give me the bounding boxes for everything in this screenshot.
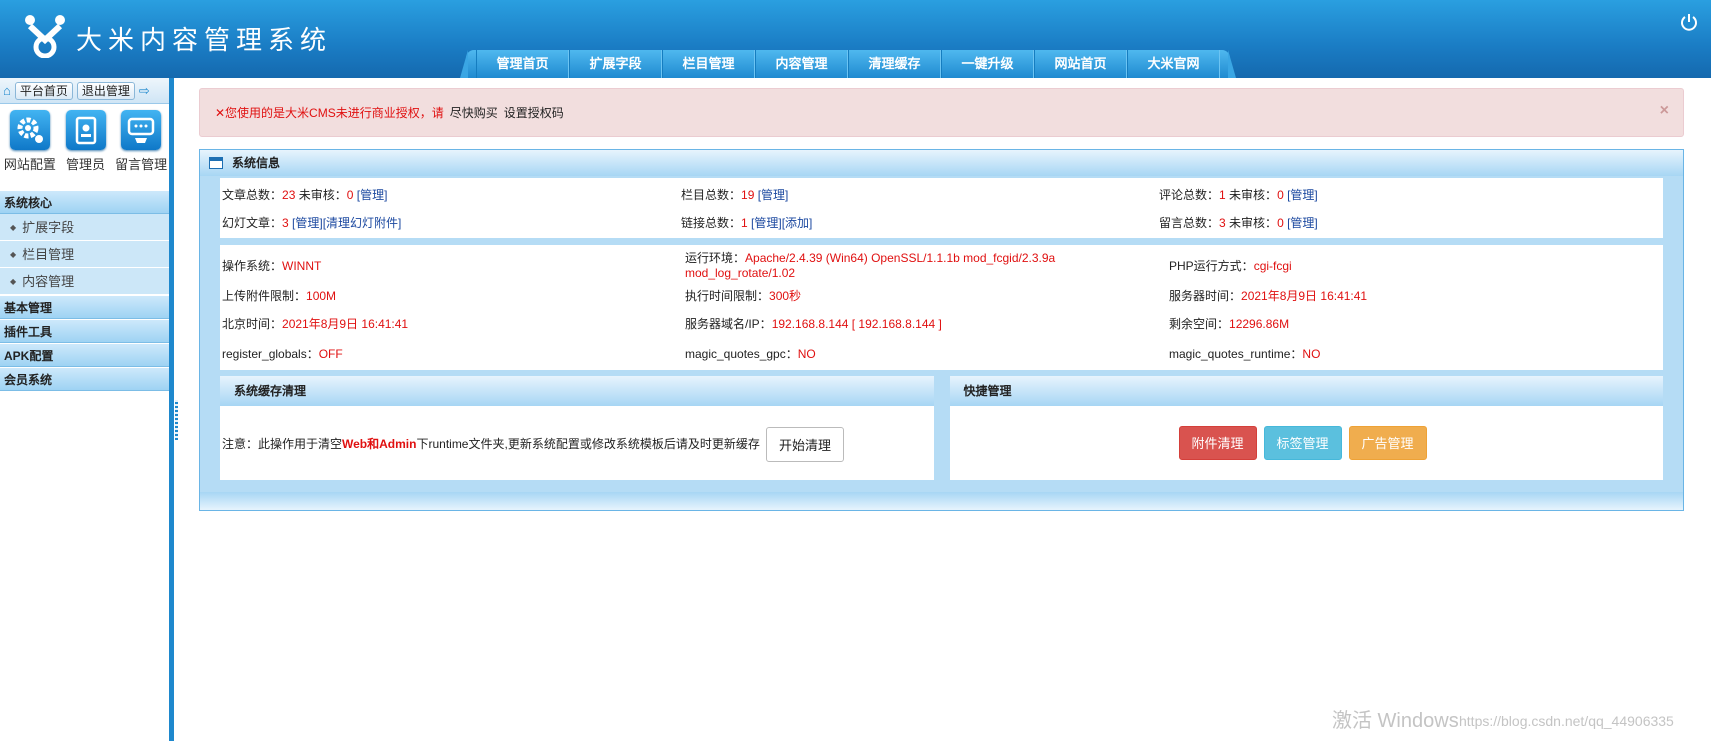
server-env: 操作系统：WINNT 运行环境：Apache/2.4.39 (Win64) Op…: [220, 245, 1663, 370]
system-info-panel: 系统信息 文章总数：23 未审核：0 [管理] 栏目总数：19 [管理] 评论总…: [199, 149, 1684, 511]
nav-upgrade[interactable]: 一键升级: [941, 50, 1034, 78]
attachment-clean-button[interactable]: 附件清理: [1178, 426, 1257, 460]
nav-home[interactable]: 管理首页: [476, 50, 569, 78]
message-icon: [121, 110, 162, 150]
comments-stat: 评论总数：1 未审核：0 [管理]: [1159, 188, 1318, 202]
nav-content[interactable]: 内容管理: [755, 50, 848, 78]
bottom-columns: 系统缓存清理 注意：此操作用于清空Web和Admin下runtime文件夹,更新…: [220, 376, 1663, 480]
site-config-shortcut[interactable]: 网站配置: [2, 110, 58, 190]
rg-info: register_globals：OFF: [222, 347, 343, 361]
badge-icon: [65, 110, 106, 150]
logo-icon: [25, 15, 65, 58]
section-members[interactable]: 会员系统: [0, 367, 169, 391]
upload-info: 上传附件限制：100M: [222, 289, 337, 303]
panel-title: 系统信息: [232, 156, 281, 170]
sidebar-item-ext-fields[interactable]: 扩展字段: [0, 214, 169, 241]
admin-shortcut[interactable]: 管理员: [58, 110, 114, 190]
main-content: ✕您使用的是大米CMS未进行商业授权，请 尽快购买 设置授权码 × 系统信息 文…: [199, 88, 1684, 511]
message-label: 留言管理: [115, 157, 168, 172]
license-alert: ✕您使用的是大米CMS未进行商业授权，请 尽快购买 设置授权码 ×: [199, 88, 1684, 137]
slides-clean-link[interactable]: ][清理幻灯附件]: [319, 216, 401, 230]
section-plugins[interactable]: 插件工具: [0, 319, 169, 343]
sidebar: ⌂ 平台首页 退出管理 ⇨ 网站配置 管理员 留言管理 系统核心 扩展字段 栏目…: [0, 78, 174, 741]
sidebar-item-content[interactable]: 内容管理: [0, 268, 169, 295]
slides-stat: 幻灯文章：3 [管理][清理幻灯附件]: [222, 216, 402, 230]
start-clear-button[interactable]: 开始清理: [766, 427, 845, 462]
domain-info: 服务器域名/IP：192.168.8.144 [ 192.168.8.144 ]: [685, 317, 942, 331]
site-config-label: 网站配置: [3, 157, 56, 172]
cache-note: 注意：此操作用于清空Web和Admin下runtime文件夹,更新系统配置或修改…: [222, 437, 760, 451]
platform-home-button[interactable]: 平台首页: [14, 81, 73, 100]
buy-link[interactable]: 尽快购买: [450, 104, 498, 121]
quick-icons: 网站配置 管理员 留言管理: [0, 104, 169, 190]
comments-manage-link[interactable]: [管理]: [1287, 188, 1318, 202]
close-icon[interactable]: ×: [1660, 102, 1669, 120]
messages-stat: 留言总数：3 未审核：0 [管理]: [1159, 216, 1318, 230]
articles-stat: 文章总数：23 未审核：0 [管理]: [222, 188, 388, 202]
cache-clear-box: 系统缓存清理 注意：此操作用于清空Web和Admin下runtime文件夹,更新…: [220, 376, 934, 480]
content-stats: 文章总数：23 未审核：0 [管理] 栏目总数：19 [管理] 评论总数：1 未…: [220, 178, 1663, 238]
links-manage-link[interactable]: [管理]: [751, 216, 782, 230]
articles-manage-link[interactable]: [管理]: [357, 188, 388, 202]
mqr-info: magic_quotes_runtime：NO: [1169, 347, 1321, 361]
message-shortcut[interactable]: 留言管理: [113, 110, 169, 190]
columns-manage-link[interactable]: [管理]: [758, 188, 789, 202]
runtime-info: 运行环境：Apache/2.4.39 (Win64) OpenSSL/1.1.1…: [685, 251, 1056, 280]
nav-site-home[interactable]: 网站首页: [1034, 50, 1127, 78]
panel-footer: [200, 492, 1683, 510]
quick-manage-box: 快捷管理 附件清理 标签管理 广告管理: [949, 376, 1663, 480]
logout-button[interactable]: 退出管理: [76, 81, 135, 100]
quick-manage-title: 快捷管理: [949, 376, 1663, 406]
ad-manage-button[interactable]: 广告管理: [1348, 426, 1427, 460]
nav-clear-cache[interactable]: 清理缓存: [848, 50, 941, 78]
slides-manage-link[interactable]: [管理: [292, 216, 319, 230]
section-system-core[interactable]: 系统核心: [0, 190, 169, 214]
app-title: 大米内容管理系统: [76, 26, 333, 56]
header: 大米内容管理系统 管理首页 扩展字段 栏目管理 内容管理 清理缓存 一键升级 网…: [0, 0, 1711, 78]
set-license-link[interactable]: 设置授权码: [504, 104, 564, 121]
bj-time-info: 北京时间：2021年8月9日 16:41:41: [222, 317, 409, 331]
gear-icon: [9, 110, 50, 150]
sidebar-item-columns[interactable]: 栏目管理: [0, 241, 169, 268]
admin-label: 管理员: [66, 157, 106, 172]
section-basic[interactable]: 基本管理: [0, 295, 169, 319]
exit-icon[interactable]: ⇨: [139, 83, 150, 99]
server-time-info: 服务器时间：2021年8月9日 16:41:41: [1169, 289, 1368, 303]
watermark-url: https://blog.csdn.net/qq_44906335: [1459, 713, 1674, 729]
os-info: 操作系统：WINNT: [222, 259, 322, 273]
home-icon[interactable]: ⌂: [3, 83, 11, 98]
php-info: PHP运行方式：cgi-fcgi: [1169, 259, 1292, 273]
exec-info: 执行时间限制：300秒: [685, 289, 802, 303]
panel-header: 系统信息: [200, 150, 1683, 176]
space-info: 剩余空间：12296.86M: [1169, 317, 1290, 331]
table-icon: [209, 157, 223, 169]
links-add-link[interactable]: [添加]: [782, 216, 813, 230]
nav-ext-fields[interactable]: 扩展字段: [569, 50, 662, 78]
section-apk[interactable]: APK配置: [0, 343, 169, 367]
columns-stat: 栏目总数：19 [管理]: [681, 188, 789, 202]
mqg-info: magic_quotes_gpc：NO: [685, 347, 816, 361]
tag-manage-button[interactable]: 标签管理: [1263, 426, 1342, 460]
sidebar-toolbar: ⌂ 平台首页 退出管理 ⇨: [0, 78, 169, 104]
messages-manage-link[interactable]: [管理]: [1287, 216, 1318, 230]
top-nav: 管理首页 扩展字段 栏目管理 内容管理 清理缓存 一键升级 网站首页 大米官网: [460, 50, 1236, 78]
cache-clear-title: 系统缓存清理: [220, 376, 934, 406]
nav-official[interactable]: 大米官网: [1127, 50, 1220, 78]
links-stat: 链接总数：1 [管理][添加]: [681, 216, 813, 230]
sidebar-resize-handle[interactable]: [175, 400, 178, 440]
nav-columns[interactable]: 栏目管理: [662, 50, 755, 78]
power-icon[interactable]: [1679, 12, 1699, 32]
windows-watermark: 激活 Windows: [1332, 710, 1459, 732]
license-warning: ✕您使用的是大米CMS未进行商业授权，请: [215, 106, 444, 120]
